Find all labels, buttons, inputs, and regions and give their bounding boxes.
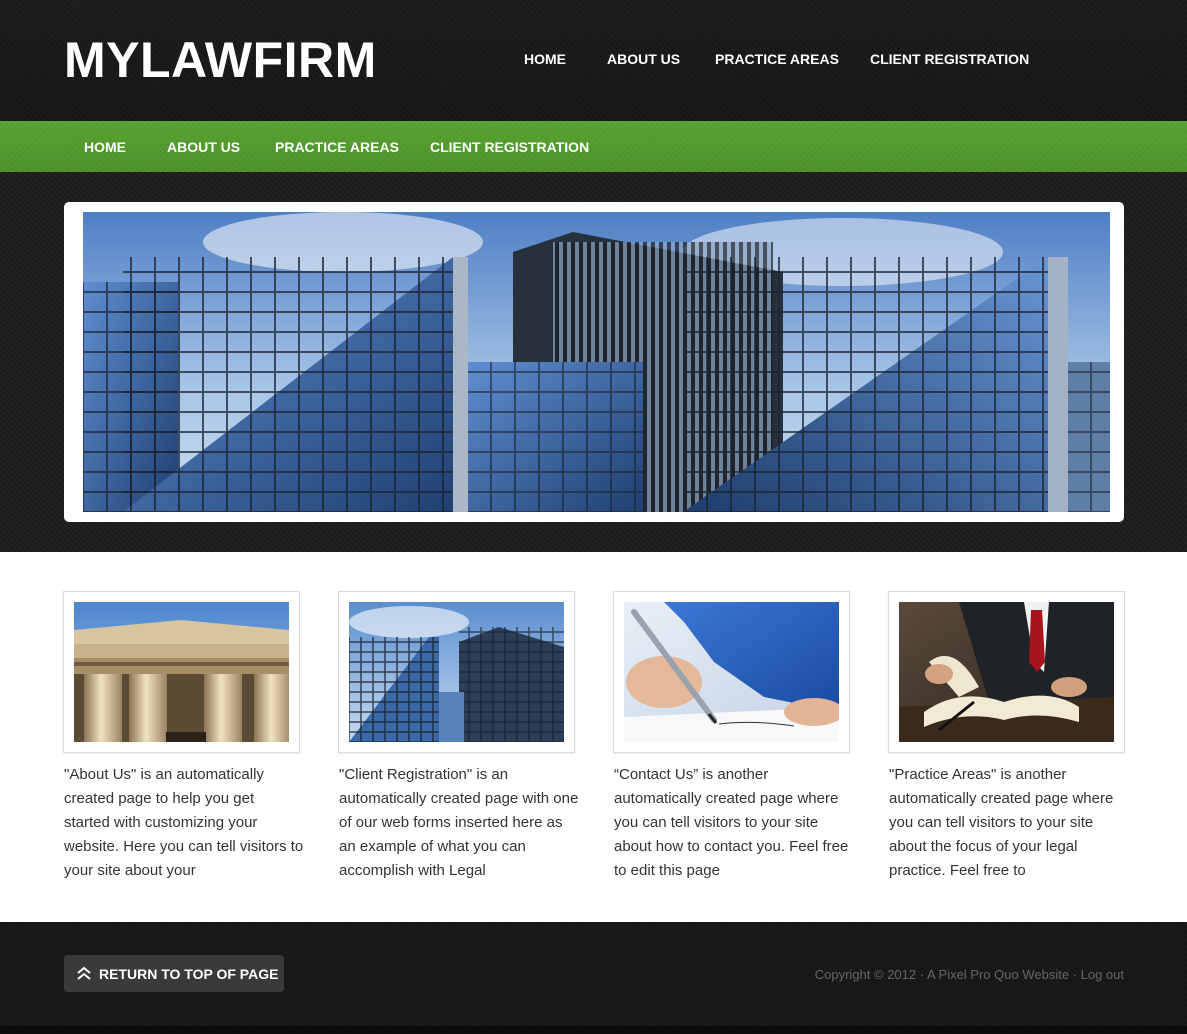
double-chevron-up-icon [76, 965, 92, 981]
skyscraper-banner-graphic [83, 212, 1110, 512]
courthouse-columns-graphic [74, 602, 289, 742]
footer-separator: · [1069, 967, 1081, 982]
subnav-client-registration[interactable]: CLIENT REGISTRATION [430, 137, 589, 157]
nav-about-us[interactable]: ABOUT US [607, 49, 680, 69]
skyscrapers-graphic [349, 602, 564, 742]
card-thumbnail-frame [338, 591, 575, 753]
card-thumbnail-frame [888, 591, 1125, 753]
site-credit-link[interactable]: A Pixel Pro Quo Website [927, 967, 1069, 982]
nav-home[interactable]: HOME [524, 49, 566, 69]
hero-frame [64, 202, 1124, 522]
logout-link[interactable]: Log out [1081, 967, 1124, 982]
primary-nav: HOME ABOUT US PRACTICE AREAS CLIENT REGI… [0, 49, 1187, 69]
secondary-nav: HOME ABOUT US PRACTICE AREAS CLIENT REGI… [0, 121, 1187, 172]
copyright-text: Copyright © 2012 · A Pixel Pro Quo Websi… [815, 966, 1124, 984]
card-description: "Client Registration" is an automaticall… [339, 766, 579, 879]
card-description: "About Us" is an automatically created p… [64, 766, 304, 879]
return-to-top-button[interactable]: RETURN TO TOP OF PAGE [64, 955, 284, 992]
nav-client-registration[interactable]: CLIENT REGISTRATION [870, 49, 1029, 69]
courthouse-image[interactable] [74, 602, 289, 742]
footer-bottom-bar [0, 1026, 1187, 1034]
nav-practice-areas[interactable]: PRACTICE AREAS [715, 49, 839, 69]
hero-section [0, 172, 1187, 552]
lawyer-reading-image[interactable] [899, 602, 1114, 742]
card-thumbnail-frame [63, 591, 300, 753]
subnav-practice-areas[interactable]: PRACTICE AREAS [275, 137, 399, 157]
site-header: MYLAWFIRM HOME ABOUT US PRACTICE AREAS C… [0, 0, 1187, 121]
site-footer: RETURN TO TOP OF PAGE Copyright © 2012 ·… [0, 922, 1187, 1034]
hero-image [83, 212, 1110, 512]
subnav-about-us[interactable]: ABOUT US [167, 137, 240, 157]
signing-document-image[interactable] [624, 602, 839, 742]
card-description: "Practice Areas" is another automaticall… [889, 766, 1114, 879]
card-description: “Contact Us” is another automatically cr… [614, 766, 849, 879]
return-to-top-label: RETURN TO TOP OF PAGE [99, 966, 279, 982]
skyscraper-image[interactable] [349, 602, 564, 742]
card-thumbnail-frame [613, 591, 850, 753]
content-section: "About Us" is an automatically created p… [0, 552, 1187, 922]
hand-signing-graphic [624, 602, 839, 742]
lawyer-reading-graphic [899, 602, 1114, 742]
subnav-home[interactable]: HOME [84, 137, 126, 157]
copyright-prefix: Copyright © 2012 · [814, 967, 927, 982]
